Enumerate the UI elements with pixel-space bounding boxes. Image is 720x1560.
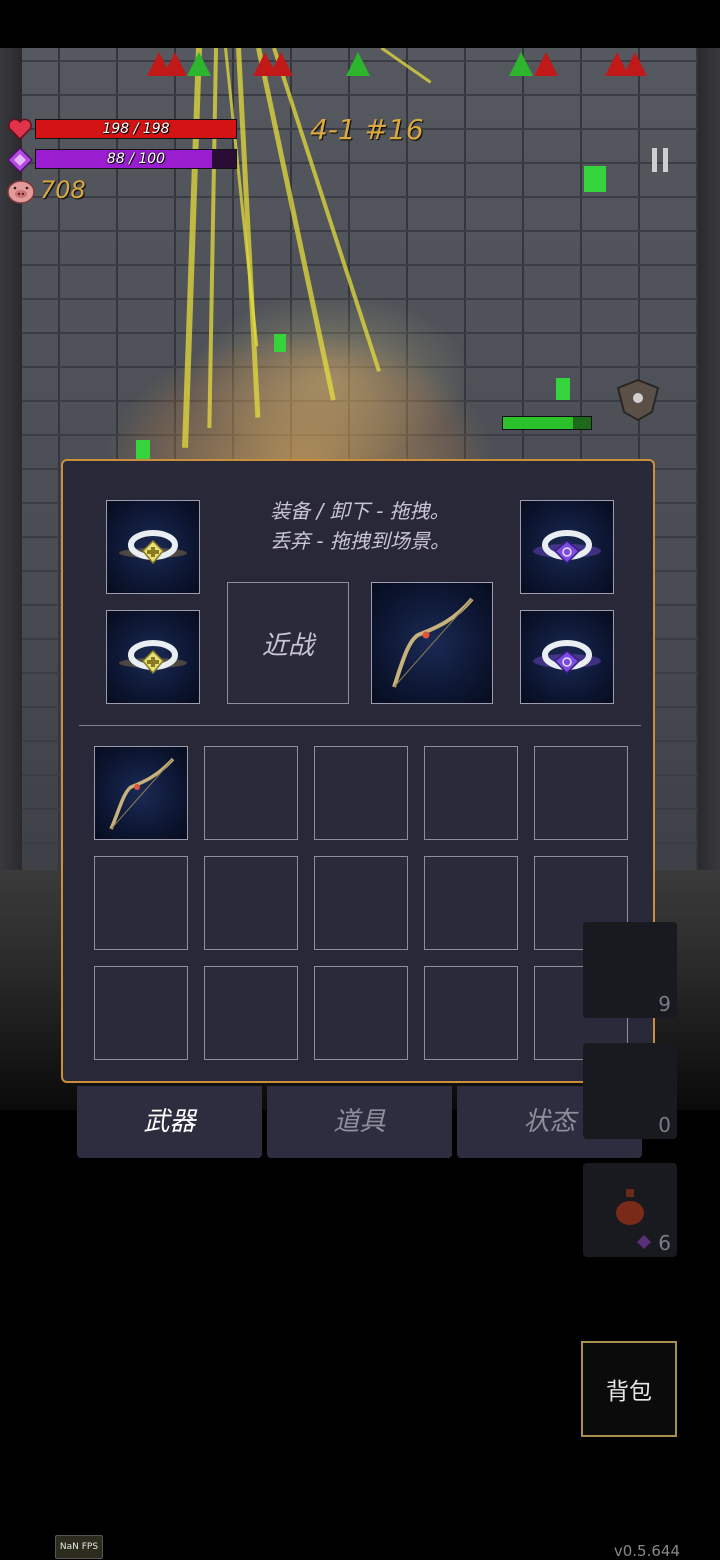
stage-label: 4-1 #16 (310, 113, 424, 146)
inventory-slot[interactable] (424, 746, 518, 840)
inventory-slot[interactable] (94, 746, 188, 840)
enemy-slime[interactable] (584, 166, 606, 192)
inventory-panel: 装备 / 卸下 - 拖拽。 丢弃 - 拖拽到场景。 近战 (61, 459, 655, 1083)
panel-divider (79, 725, 641, 726)
mp-bar: 88 / 100 (35, 149, 237, 169)
gold-counter: 708 (40, 176, 86, 204)
tab-items[interactable]: 道具 (267, 1086, 452, 1158)
inventory-slot[interactable] (94, 856, 188, 950)
ranged-weapon-slot[interactable] (371, 582, 493, 704)
enemy-health-bar (502, 416, 592, 430)
arrow-ray (207, 48, 218, 428)
enemy-markers (147, 52, 647, 76)
heart-icon (8, 118, 32, 141)
arrow-ray (236, 48, 261, 418)
inventory-slot[interactable] (534, 746, 628, 840)
tab-weapons-label: 武器 (143, 1107, 196, 1137)
quick-slot-1[interactable]: 9 (583, 922, 677, 1018)
mp-text: 88 / 100 (106, 151, 166, 167)
tab-items-label: 道具 (333, 1107, 386, 1137)
bow-icon (392, 597, 474, 688)
bow-icon (109, 757, 175, 830)
pause-icon (652, 148, 668, 172)
ring-slot-right-bottom[interactable] (520, 610, 614, 704)
quick-slot-count: 0 (658, 1113, 671, 1137)
pause-button[interactable] (640, 140, 680, 180)
arrow-ray (182, 48, 202, 448)
inventory-slot[interactable] (314, 966, 408, 1060)
enemy-slime[interactable] (556, 378, 570, 400)
inventory-slot[interactable] (424, 966, 518, 1060)
quick-slot-count: 6 (658, 1231, 671, 1255)
tab-weapons[interactable]: 武器 (77, 1086, 262, 1158)
ring-slot-right-top[interactable] (520, 500, 614, 594)
rock-wall-right (698, 48, 720, 878)
purple-gem-ring-icon (533, 530, 601, 565)
enemy-slime[interactable] (136, 440, 150, 460)
purple-gem-ring-icon (533, 640, 601, 675)
inventory-slot[interactable] (424, 856, 518, 950)
ring-slot-left-bottom[interactable] (106, 610, 200, 704)
potion-icon (616, 1189, 644, 1225)
arrow-ray (272, 48, 381, 372)
quick-slot-count: 9 (658, 992, 671, 1016)
quick-slot-3[interactable]: 6 (583, 1163, 677, 1257)
mana-gem-icon (7, 147, 33, 173)
gold-gem-ring-icon (119, 640, 187, 675)
quick-slot-2[interactable]: 0 (583, 1043, 677, 1139)
inventory-slot[interactable] (204, 856, 298, 950)
hp-text: 198 / 198 (102, 121, 170, 137)
inventory-slot[interactable] (314, 856, 408, 950)
melee-slot-label: 近战 (261, 630, 314, 661)
mana-gem-small-icon (637, 1235, 651, 1249)
melee-weapon-slot[interactable]: 近战 (227, 582, 349, 704)
gold-gem-ring-icon (119, 530, 187, 565)
hp-bar: 198 / 198 (35, 119, 237, 139)
backpack-button-label: 背包 (606, 1379, 652, 1405)
inventory-slot[interactable] (204, 966, 298, 1060)
tab-status-label: 状态 (523, 1107, 576, 1137)
ring-slot-left-top[interactable] (106, 500, 200, 594)
version-label: v0.5.644 (613, 1542, 680, 1560)
backpack-button[interactable]: 背包 (581, 1341, 677, 1437)
enemy-slime[interactable] (274, 334, 286, 352)
inventory-slot[interactable] (314, 746, 408, 840)
inventory-slot[interactable] (204, 746, 298, 840)
pig-coin-icon (7, 180, 35, 204)
arrow-ray (256, 48, 336, 401)
shield-icon[interactable] (616, 378, 660, 422)
inventory-slot[interactable] (94, 966, 188, 1060)
fps-counter: NaN FPS (55, 1535, 103, 1559)
